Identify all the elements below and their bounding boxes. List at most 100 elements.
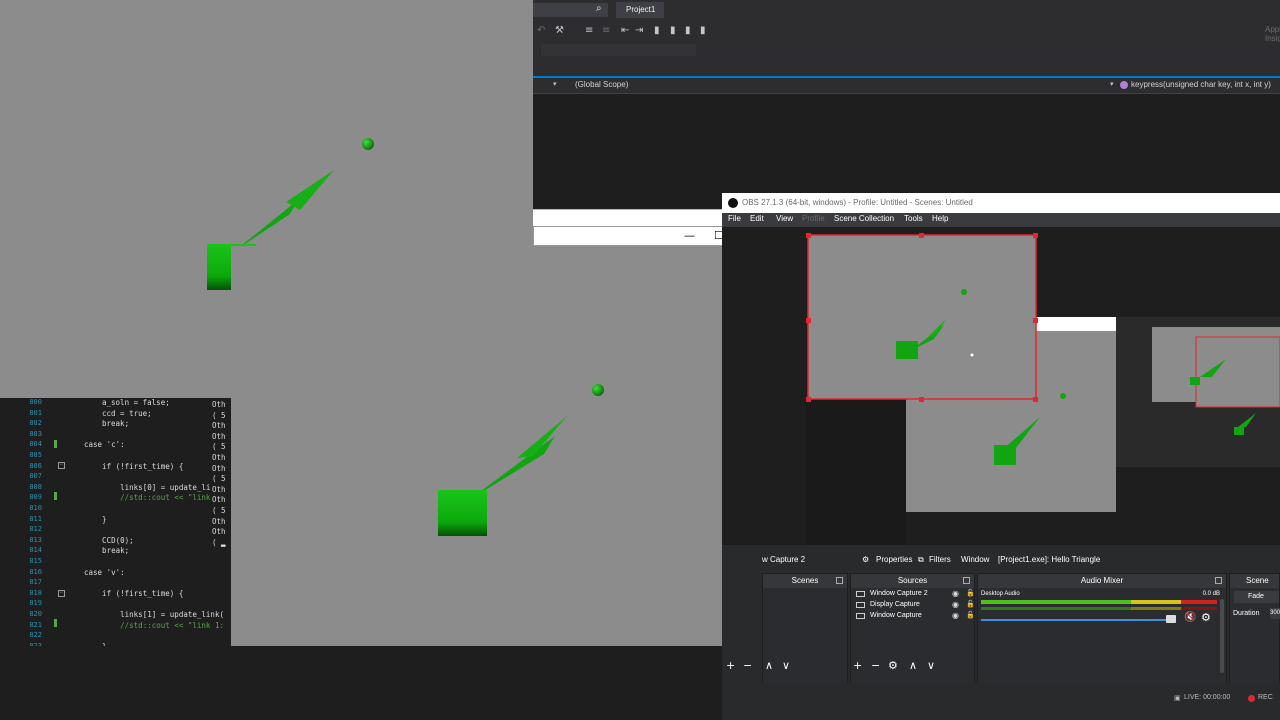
function-icon: [1120, 81, 1128, 89]
scene-transitions-dock: Scene Tra Fade Duration 300: [1229, 573, 1280, 685]
popout-icon[interactable]: [963, 577, 970, 584]
line-number: 813: [29, 535, 42, 544]
mute-icon[interactable]: 🔇: [1184, 612, 1196, 623]
properties-button[interactable]: Properties: [876, 555, 912, 564]
output-line: Oth: [212, 484, 226, 494]
volume-slider[interactable]: [981, 619, 1171, 621]
obs-title-text: OBS 27.1.3 (64-bit, windows) - Profile: …: [742, 198, 973, 207]
filter-icon[interactable]: ⧉: [918, 555, 924, 565]
vs-config-field[interactable]: [541, 44, 696, 56]
live-icon: ▣: [1174, 695, 1181, 702]
line-number: 820: [29, 610, 42, 618]
output-line: ( ▂: [212, 537, 226, 547]
menu-help[interactable]: Help: [932, 214, 948, 223]
gl-render-window-main[interactable]: [231, 246, 764, 646]
move-scene-down-button[interactable]: ∨: [782, 659, 790, 672]
source-row[interactable]: Window Capture ◉ 🔓: [853, 611, 975, 622]
window-select[interactable]: [Project1.exe]: Hello Triangle: [998, 555, 1100, 564]
undo-icon[interactable]: ↶: [537, 25, 545, 36]
output-line: ( 5: [212, 410, 226, 420]
code-line: ccd = true;: [102, 408, 152, 418]
mixer-scrollbar[interactable]: [1220, 599, 1224, 673]
eye-icon[interactable]: ◉: [952, 600, 959, 609]
audio-mixer-header: Audio Mixer: [978, 574, 1226, 588]
obs-context-bar: w Capture 2 ⚙ Properties ⧉ Filters Windo…: [722, 553, 1280, 567]
filters-button[interactable]: Filters: [929, 555, 951, 564]
output-line: Oth: [212, 495, 226, 505]
minimize-icon[interactable]: —: [684, 229, 695, 242]
gear-icon[interactable]: ⚙: [862, 555, 869, 564]
eye-icon[interactable]: ◉: [952, 589, 959, 598]
outdent-icon[interactable]: ⇤: [621, 25, 629, 36]
line-number: 809: [29, 493, 42, 502]
change-marker: [54, 619, 57, 627]
obs-status-bar: ▣ LIVE: 00:00:00 REC: [722, 683, 1280, 720]
output-line: Oth: [212, 421, 226, 431]
remove-source-button[interactable]: −: [871, 659, 880, 672]
monitor-icon: [856, 613, 865, 619]
base-cube: [438, 490, 487, 536]
move-source-down-button[interactable]: ∨: [927, 659, 935, 672]
search-icon[interactable]: ⌕: [596, 3, 602, 14]
lock-icon[interactable]: 🔓: [966, 589, 975, 597]
bookmark-icon[interactable]: ▮: [654, 25, 660, 36]
code-line: break;: [102, 419, 130, 429]
fold-toggle[interactable]: −: [58, 462, 65, 469]
remove-scene-button[interactable]: −: [743, 659, 752, 672]
comment-icon[interactable]: ≡: [585, 25, 593, 36]
menu-file[interactable]: File: [728, 214, 741, 223]
code-line: //std::cout << "link: [84, 493, 211, 503]
code-line: case 'v':: [84, 567, 125, 577]
lock-icon[interactable]: 🔓: [966, 600, 975, 608]
add-source-button[interactable]: +: [853, 659, 862, 672]
obs-preview[interactable]: [722, 227, 1280, 545]
lock-icon[interactable]: 🔓: [966, 611, 975, 619]
function-dropdown[interactable]: keypress(unsigned char key, int x, int y…: [1131, 80, 1271, 89]
indent-icon[interactable]: ⇥: [635, 25, 643, 36]
menu-view[interactable]: View: [776, 214, 793, 223]
chevron-down-icon[interactable]: ▾: [1110, 80, 1114, 88]
line-number: 812: [29, 525, 42, 534]
build-icon[interactable]: ⚒: [555, 25, 564, 36]
gear-icon[interactable]: ⚙: [1201, 611, 1211, 624]
duration-input[interactable]: 300: [1270, 608, 1280, 619]
line-number: 817: [29, 578, 42, 587]
vs-project-tab[interactable]: Project1: [616, 2, 664, 18]
application-insights[interactable]: Application Insights: [1265, 25, 1280, 43]
volume-slider-handle[interactable]: [1166, 615, 1176, 623]
scope-dropdown[interactable]: (Global Scope): [575, 80, 628, 89]
popout-icon[interactable]: [836, 577, 843, 584]
move-source-up-button[interactable]: ∧: [909, 659, 917, 672]
transition-select[interactable]: Fade: [1234, 591, 1279, 603]
uncomment-icon[interactable]: ≡: [602, 25, 610, 36]
fold-toggle[interactable]: −: [58, 590, 65, 597]
audio-level: 0.0 dB: [1202, 591, 1220, 597]
code-line: links[1] = update_link(: [84, 610, 224, 619]
add-scene-button[interactable]: +: [726, 659, 735, 672]
menu-scene-collection[interactable]: Scene Collection: [834, 214, 894, 223]
popout-icon[interactable]: [1215, 577, 1222, 584]
background-window: [533, 209, 722, 226]
vs-navigation-bar: ▾ (Global Scope) ▾ keypress(unsigned cha…: [533, 78, 1280, 94]
eye-icon[interactable]: ◉: [952, 611, 959, 620]
move-scene-up-button[interactable]: ∧: [765, 659, 773, 672]
output-line: ( 5: [212, 442, 226, 452]
source-row[interactable]: Display Capture ◉ 🔓: [853, 600, 975, 611]
bookmark-prev-icon[interactable]: ▮: [670, 25, 676, 36]
link-cone: [286, 170, 334, 210]
selected-source-name: w Capture 2: [762, 555, 806, 564]
source-row[interactable]: Window Capture 2 ◉ 🔓: [853, 589, 975, 600]
selected-source-bounds[interactable]: [807, 234, 1037, 400]
output-line: ( 5: [212, 474, 226, 484]
chevron-down-icon[interactable]: ▾: [553, 80, 557, 88]
bookmark-next-icon[interactable]: ▮: [685, 25, 691, 36]
bookmark-clear-icon[interactable]: ▮: [700, 25, 706, 36]
menu-profile[interactable]: Profile: [802, 214, 825, 223]
code-line: if (!first_time) {: [84, 588, 184, 598]
menu-edit[interactable]: Edit: [750, 214, 764, 223]
gear-icon[interactable]: ⚙: [888, 659, 898, 672]
code-line: CCD(0);: [84, 535, 134, 545]
menu-tools[interactable]: Tools: [904, 214, 923, 223]
change-marker: [54, 492, 57, 500]
duration-label: Duration: [1233, 610, 1260, 617]
